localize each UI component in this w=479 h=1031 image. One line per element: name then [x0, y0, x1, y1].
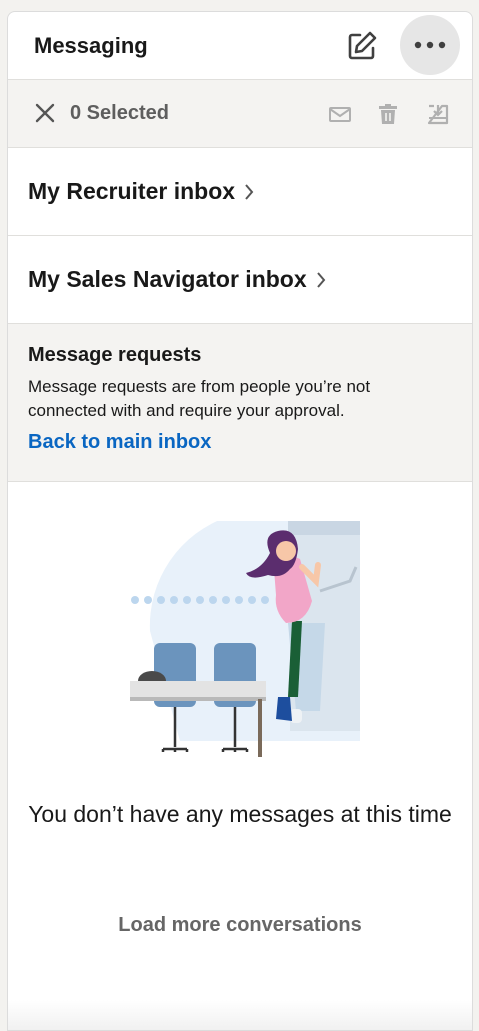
back-to-main-inbox-link[interactable]: Back to main inbox — [28, 431, 211, 454]
load-more-conversations-button[interactable]: Load more conversations — [8, 914, 472, 937]
recruiter-inbox-link[interactable]: My Recruiter inbox — [8, 148, 472, 236]
empty-inbox-illustration — [130, 521, 360, 757]
more-options-button[interactable] — [400, 15, 460, 75]
selection-bar: 0 Selected — [8, 80, 472, 148]
sales-navigator-inbox-label: My Sales Navigator inbox — [28, 266, 307, 292]
delete-icon[interactable] — [376, 102, 400, 126]
page-title: Messaging — [34, 32, 148, 58]
message-requests-description: Message requests are from people you’re … — [28, 377, 371, 420]
sales-navigator-inbox-link[interactable]: My Sales Navigator inbox — [8, 236, 472, 324]
messaging-header: Messaging — [8, 12, 472, 80]
more-horizontal-icon — [414, 41, 446, 49]
mark-unread-icon[interactable] — [328, 102, 352, 126]
compose-icon — [348, 31, 377, 60]
chevron-right-icon — [245, 183, 254, 200]
close-icon[interactable] — [34, 102, 56, 124]
chevron-right-icon — [316, 271, 325, 288]
messaging-panel: Messaging 0 Selected My Recruiter inbox … — [7, 11, 473, 1031]
message-requests-section: Message requests Message requests are fr… — [8, 324, 472, 482]
empty-state-message: You don’t have any messages at this time — [28, 801, 452, 827]
archive-icon[interactable] — [426, 102, 450, 126]
recruiter-inbox-label: My Recruiter inbox — [28, 178, 236, 204]
selected-count: 0 Selected — [70, 102, 169, 124]
message-requests-title: Message requests — [28, 344, 202, 366]
bottom-fade — [8, 1000, 472, 1030]
compose-button[interactable] — [342, 26, 382, 66]
